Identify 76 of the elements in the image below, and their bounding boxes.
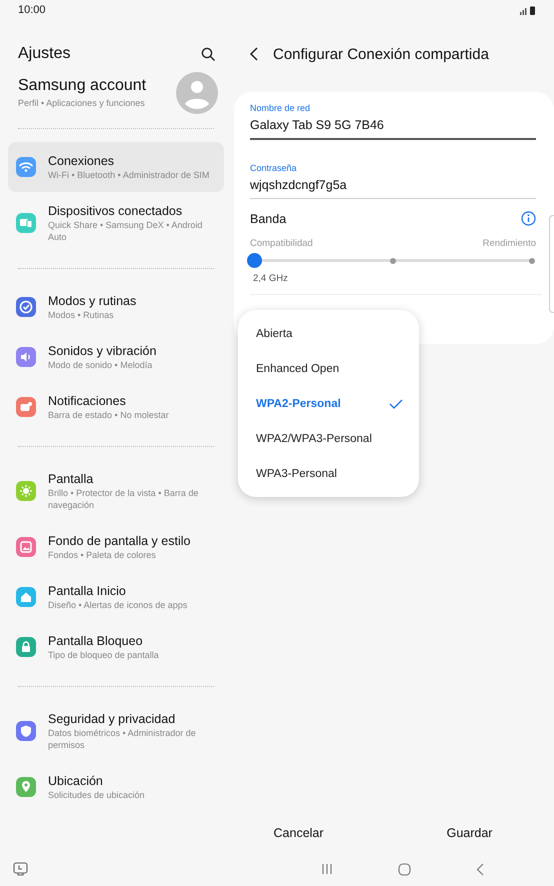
info-icon[interactable] bbox=[521, 211, 536, 226]
home-icon[interactable] bbox=[398, 862, 411, 876]
settings-item[interactable]: Ubicación Solicitudes de ubicación bbox=[8, 762, 224, 812]
menu-option[interactable]: WPA2/WPA3-Personal bbox=[238, 421, 419, 456]
settings-item[interactable]: Conexiones Wi-Fi • Bluetooth • Administrador de SIM bbox=[8, 142, 224, 192]
item-title: Sonidos y vibración bbox=[48, 343, 156, 359]
settings-item[interactable]: Seguridad y privacidad Datos biométricos • Administrador de permisos bbox=[8, 700, 224, 762]
settings-title: Ajustes bbox=[18, 45, 70, 63]
item-subtitle: Tipo de bloqueo de pantalla bbox=[48, 649, 159, 661]
item-subtitle: Quick Share • Samsung DeX • Android Auto bbox=[48, 219, 204, 243]
menu-option[interactable]: WPA3-Personal bbox=[238, 456, 419, 491]
menu-option[interactable]: Enhanced Open bbox=[238, 351, 419, 386]
slider-max-label: Rendimiento bbox=[482, 238, 536, 249]
item-title: Seguridad y privacidad bbox=[48, 711, 176, 727]
category-icon bbox=[16, 777, 36, 797]
item-title: Modos y rutinas bbox=[48, 293, 136, 309]
account-name[interactable]: Samsung account bbox=[18, 77, 146, 95]
settings-item[interactable]: Sonidos y vibración Modo de sonido • Melodía bbox=[8, 332, 224, 382]
check-icon bbox=[389, 398, 403, 408]
field-label: Nombre de red bbox=[250, 102, 312, 114]
category-icon bbox=[16, 481, 36, 501]
category-icon bbox=[16, 347, 36, 367]
status-time: 10:00 bbox=[18, 4, 46, 16]
item-subtitle: Modos • Rutinas bbox=[48, 309, 115, 321]
field-label: Contraseña bbox=[250, 162, 298, 174]
field-value: Galaxy Tab S9 5G 7B46 bbox=[250, 117, 385, 134]
status-icons bbox=[520, 6, 536, 14]
item-subtitle: Wi-Fi • Bluetooth • Administrador de SIM bbox=[48, 169, 210, 181]
item-subtitle: Diseño • Alertas de iconos de apps bbox=[48, 599, 188, 611]
category-icon bbox=[16, 537, 36, 557]
action-button[interactable]: Guardar bbox=[436, 822, 502, 844]
item-title: Dispositivos conectados bbox=[48, 203, 184, 219]
search-icon[interactable] bbox=[201, 46, 216, 62]
settings-item[interactable]: Modos y rutinas Modos • Rutinas bbox=[8, 282, 224, 332]
band-label: Banda bbox=[250, 212, 286, 226]
item-subtitle: Modo de sonido • Melodía bbox=[48, 359, 154, 371]
action-button[interactable]: Cancelar bbox=[264, 822, 334, 844]
back-nav-icon[interactable] bbox=[476, 862, 484, 876]
item-subtitle: Solicitudes de ubicación bbox=[48, 789, 145, 801]
category-icon bbox=[16, 157, 36, 177]
account-subtitle: Perfil • Aplicaciones y funciones bbox=[18, 97, 146, 109]
item-subtitle: Fondos • Paleta de colores bbox=[48, 549, 157, 561]
item-title: Fondo de pantalla y estilo bbox=[48, 533, 190, 549]
category-icon bbox=[16, 587, 36, 607]
item-title: Pantalla Bloqueo bbox=[48, 633, 144, 649]
menu-option[interactable]: Abierta bbox=[238, 316, 419, 351]
settings-item[interactable]: Fondo de pantalla y estilo Fondos • Paleta de colores bbox=[8, 522, 224, 572]
category-icon bbox=[16, 637, 36, 657]
settings-item[interactable]: Pantalla Inicio Diseño • Alertas de iconos de apps bbox=[8, 572, 224, 622]
text-field[interactable]: Contraseña wjqshzdcngf7g5a bbox=[250, 162, 536, 199]
item-subtitle: Brillo • Protector de la vista • Barra de navegación bbox=[48, 487, 200, 511]
item-title: Ubicación bbox=[48, 773, 104, 789]
item-title: Notificaciones bbox=[48, 393, 127, 409]
back-icon[interactable] bbox=[249, 47, 259, 61]
category-icon bbox=[16, 213, 36, 233]
menu-option[interactable]: WPA2-Personal bbox=[238, 386, 419, 421]
settings-item[interactable]: Pantalla Bloqueo Tipo de bloqueo de pantalla bbox=[8, 622, 224, 672]
slider-min-label: Compatibilidad bbox=[250, 238, 313, 249]
item-subtitle: Barra de estado • No molestar bbox=[48, 409, 169, 421]
settings-item[interactable]: Dispositivos conectados Quick Share • Samsung DeX • Android Auto bbox=[8, 192, 224, 254]
settings-item[interactable]: Notificaciones Barra de estado • No molestar bbox=[8, 382, 224, 432]
item-title: Pantalla bbox=[48, 471, 94, 487]
item-subtitle: Datos biométricos • Administrador de permisos bbox=[48, 727, 197, 751]
item-title: Conexiones bbox=[48, 153, 116, 169]
slider-thumb[interactable] bbox=[246, 253, 262, 268]
settings-item[interactable]: Pantalla Brillo • Protector de la vista • Barra de navegación bbox=[8, 460, 224, 522]
category-icon bbox=[16, 297, 36, 317]
band-reading: 2,4 GHz bbox=[253, 273, 289, 284]
category-icon bbox=[16, 721, 36, 741]
page-title: Configurar Conexión compartida bbox=[273, 46, 489, 62]
text-field[interactable]: Nombre de red Galaxy Tab S9 5G 7B46 bbox=[250, 102, 536, 140]
item-title: Pantalla Inicio bbox=[48, 583, 127, 599]
screen-clock-icon[interactable] bbox=[13, 862, 28, 876]
category-icon bbox=[16, 397, 36, 417]
field-value: wjqshzdcngf7g5a bbox=[250, 177, 348, 194]
recents-icon[interactable] bbox=[321, 863, 333, 875]
